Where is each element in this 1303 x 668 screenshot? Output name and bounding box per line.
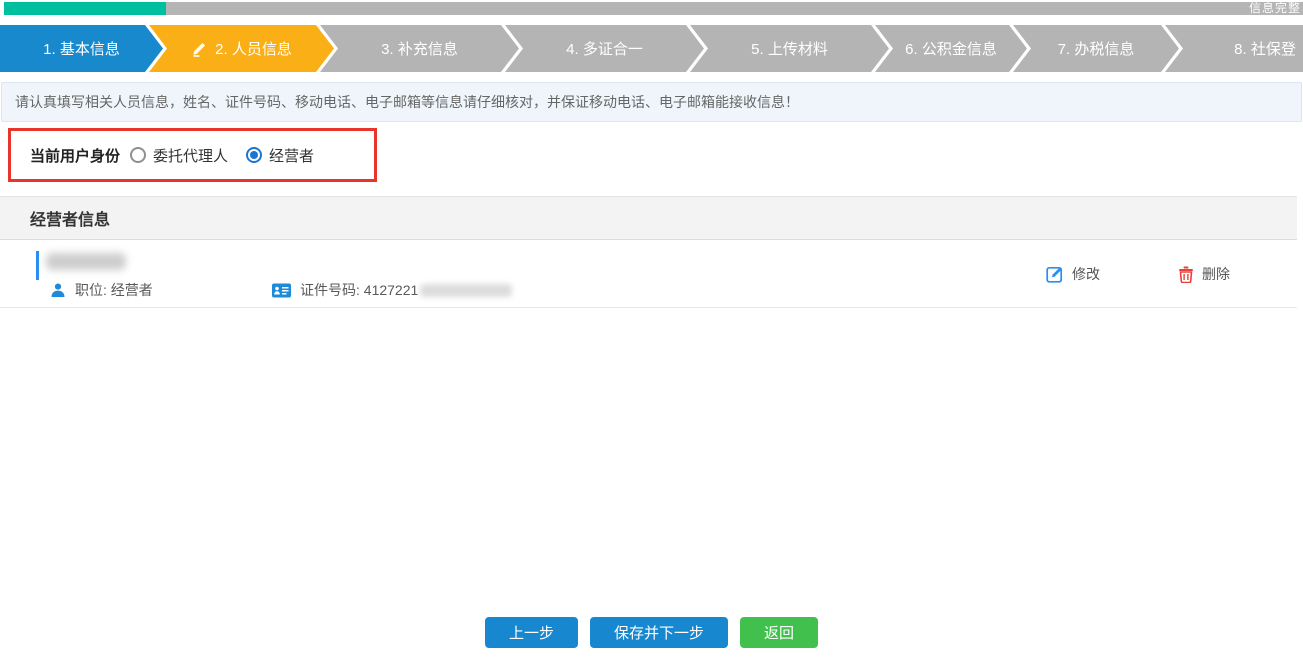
notice-banner: 请认真填写相关人员信息，姓名、证件号码、移动电话、电子邮箱等信息请仔细核对，并保…	[1, 82, 1302, 122]
operator-info-section: 经营者信息 职位: 经营者 证件号码: 4127221 修改	[0, 196, 1297, 308]
step-personnel-info[interactable]: 2. 人员信息	[149, 25, 334, 72]
completeness-label: 信息完整	[1249, 2, 1301, 15]
identity-row: 当前用户身份 委托代理人 经营者	[0, 127, 1303, 183]
step-label: 5. 上传材料	[751, 38, 828, 59]
delete-label: 删除	[1202, 264, 1230, 284]
step-label: 7. 办税信息	[1058, 38, 1135, 59]
step-basic-info[interactable]: 1. 基本信息	[0, 25, 163, 72]
radio-icon[interactable]	[130, 147, 146, 163]
step-housing-fund[interactable]: 6. 公积金信息	[875, 25, 1027, 72]
completeness-progress-bar: 信息完整	[4, 2, 1303, 15]
section-title: 经营者信息	[30, 206, 110, 230]
step-label: 6. 公积金信息	[905, 38, 997, 59]
redacted-id-number	[420, 284, 512, 297]
radio-operator[interactable]: 经营者	[246, 145, 314, 166]
position-text: 职位: 经营者	[75, 280, 153, 300]
trash-icon	[1178, 265, 1194, 283]
wizard-stepper: 1. 基本信息 2. 人员信息 3. 补充信息 4. 多证合一 5. 上传材料 …	[0, 25, 1303, 72]
id-card-icon	[272, 283, 291, 298]
redacted-name	[46, 253, 126, 270]
step-label: 8. 社保登	[1234, 38, 1296, 59]
step-label: 3. 补充信息	[381, 38, 458, 59]
step-label: 1. 基本信息	[43, 38, 120, 59]
step-multi-cert[interactable]: 4. 多证合一	[505, 25, 704, 72]
step-tax-info[interactable]: 7. 办税信息	[1013, 25, 1179, 72]
id-number-text: 证件号码: 4127221	[300, 280, 418, 300]
edit-label: 修改	[1072, 264, 1100, 284]
radio-agent[interactable]: 委托代理人	[130, 145, 228, 166]
edit-button[interactable]: 修改	[1046, 263, 1100, 285]
radio-icon[interactable]	[246, 147, 262, 163]
section-header: 经营者信息	[0, 196, 1297, 240]
footer-actions: 上一步 保存并下一步 返回	[0, 617, 1303, 648]
pencil-icon	[191, 40, 208, 57]
save-and-next-button[interactable]: 保存并下一步	[590, 617, 728, 648]
delete-button[interactable]: 删除	[1178, 263, 1230, 285]
step-label: 2. 人员信息	[215, 38, 292, 59]
person-row: 职位: 经营者 证件号码: 4127221 修改 删除	[0, 240, 1297, 308]
id-number-field: 证件号码: 4127221	[272, 280, 512, 300]
radio-label: 委托代理人	[153, 145, 228, 166]
completeness-progress-fill	[4, 2, 166, 15]
previous-step-button[interactable]: 上一步	[485, 617, 578, 648]
radio-label: 经营者	[269, 145, 314, 166]
edit-icon	[1046, 265, 1064, 283]
name-accent-bar	[36, 251, 39, 280]
identity-label: 当前用户身份	[30, 145, 120, 166]
step-upload-materials[interactable]: 5. 上传材料	[690, 25, 889, 72]
position-field: 职位: 经营者	[50, 280, 153, 300]
step-label: 4. 多证合一	[566, 38, 643, 59]
notice-text: 请认真填写相关人员信息，姓名、证件号码、移动电话、电子邮箱等信息请仔细核对，并保…	[15, 92, 799, 112]
step-social-security[interactable]: 8. 社保登	[1165, 25, 1303, 72]
person-icon	[50, 282, 66, 298]
back-button[interactable]: 返回	[740, 617, 818, 648]
step-supplement-info[interactable]: 3. 补充信息	[320, 25, 519, 72]
